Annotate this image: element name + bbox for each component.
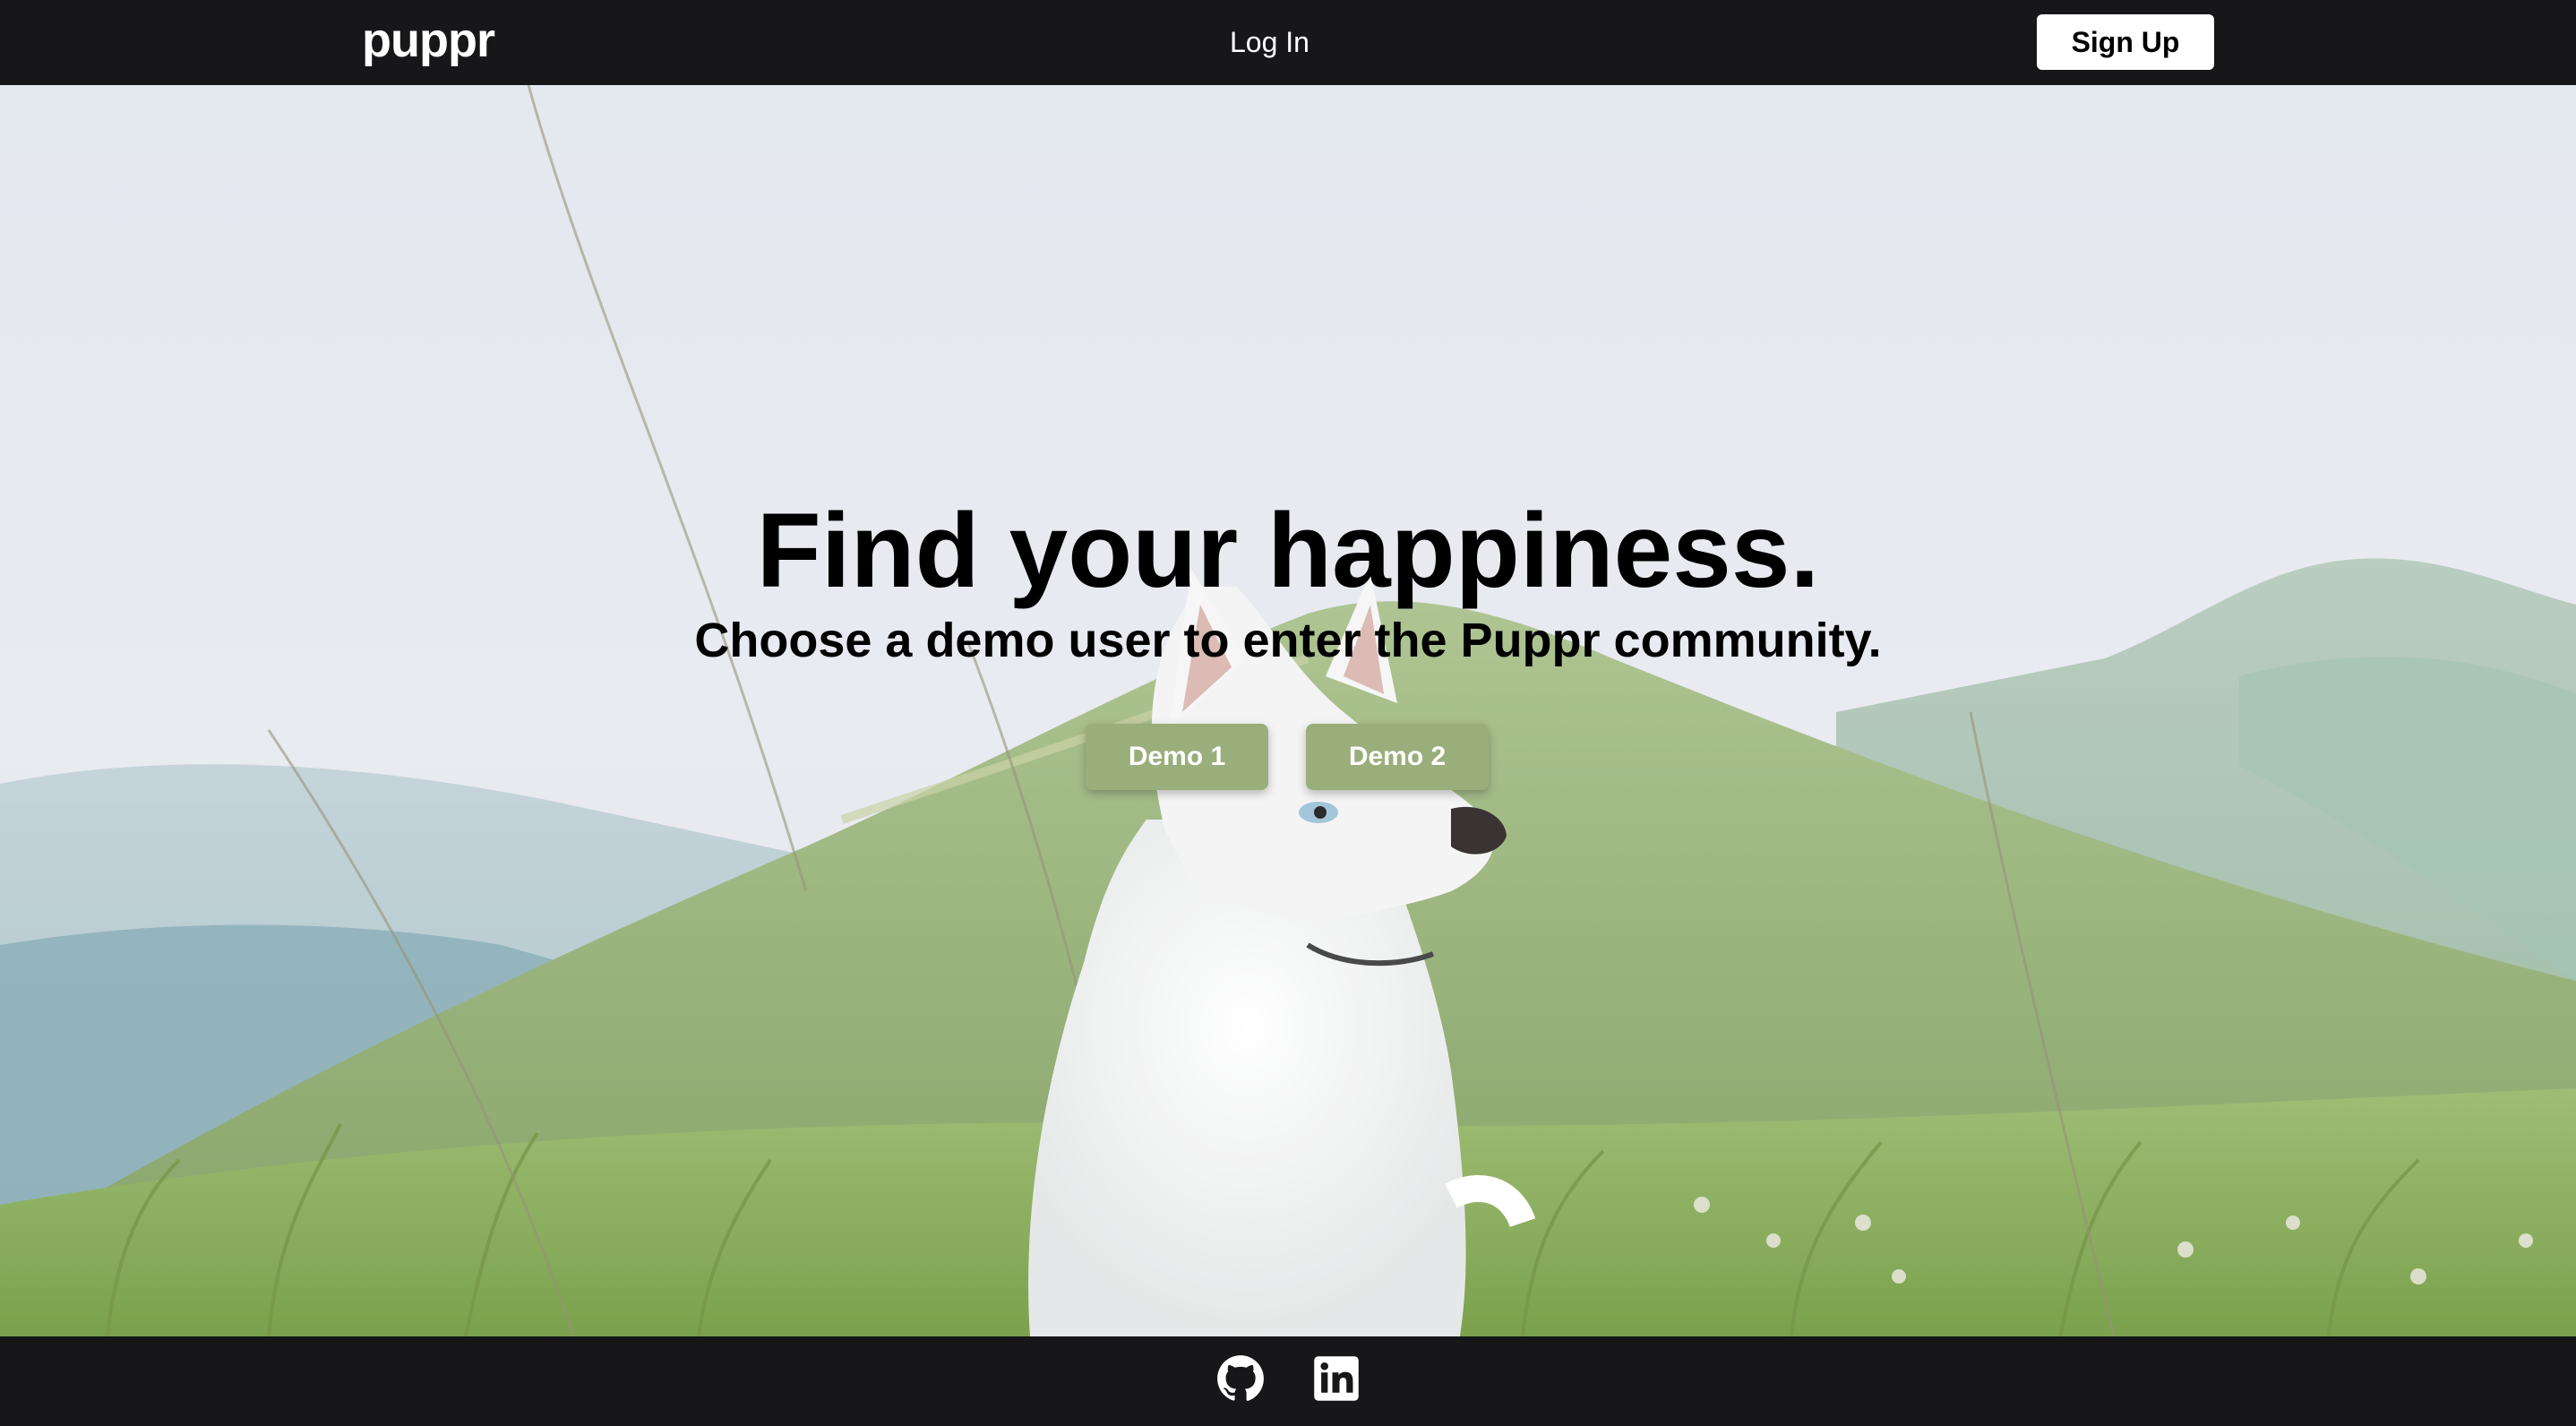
husky-meadow-background-image [0,85,2576,1336]
demo-2-button[interactable]: Demo 2 [1306,724,1489,790]
hero-subtitle: Choose a demo user to enter the Puppr co… [694,614,1882,667]
login-link[interactable]: Log In [1230,20,1309,64]
puppr-logo[interactable]: puppr [362,9,495,72]
footer [0,1336,2576,1426]
top-navbar: puppr Log In Sign Up [0,0,2576,85]
hero-section: Find your happiness. Choose a demo user … [0,85,2576,1336]
hero-title: Find your happiness. [756,492,1820,610]
signup-button[interactable]: Sign Up [2037,14,2214,70]
github-icon[interactable] [1216,1354,1265,1403]
linkedin-icon[interactable] [1312,1354,1361,1403]
demo-1-button[interactable]: Demo 1 [1086,724,1268,790]
